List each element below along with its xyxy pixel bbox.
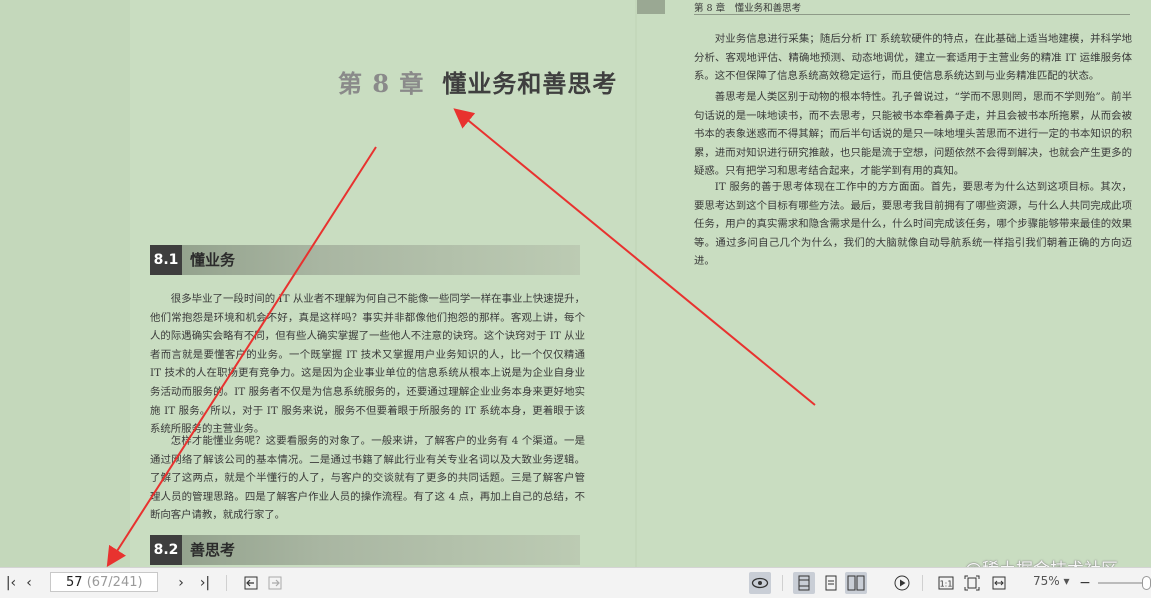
chapter-title: 第 8 章懂业务和善思考 [338, 64, 617, 99]
section-number: 8.1 [150, 245, 182, 275]
play-icon [894, 575, 910, 591]
forward-arrow-icon [268, 576, 282, 590]
toolbar-separator [226, 575, 227, 591]
next-page-button[interactable]: › [170, 572, 192, 594]
last-page-icon: ›| [199, 575, 211, 591]
running-head: 第 8 章 懂业务和善思考 [694, 3, 802, 14]
last-page-button[interactable]: ›| [194, 572, 216, 594]
toolbar-separator [782, 575, 783, 591]
zoom-level-value: 75% [1033, 574, 1060, 588]
first-page-icon: |‹ [5, 575, 17, 591]
actual-size-icon: 1:1 [938, 576, 954, 590]
back-arrow-icon [244, 576, 258, 590]
zoom-level[interactable]: 75% ▾ [1033, 574, 1070, 588]
single-page-icon [825, 575, 837, 591]
running-head-rule [694, 14, 1130, 15]
chevron-left-icon: ‹ [26, 575, 32, 591]
zoom-out-button[interactable]: − [1074, 572, 1096, 594]
paragraph: 善思考是人类区别于动物的根本特性。孔子曾说过，“学而不思则罔，思而不学则殆”。前… [694, 91, 1132, 178]
paragraph: IT 服务的善于思考体现在工作中的方方面面。首先，要思考为什么达到这项目标。其次… [694, 181, 1132, 268]
previous-page-button[interactable]: ‹ [18, 572, 40, 594]
section-heading-8-2: 8.2 善思考 [150, 535, 580, 565]
chevron-right-icon: › [178, 575, 184, 591]
single-page-view-button[interactable] [820, 572, 842, 594]
fit-width-button[interactable] [988, 572, 1010, 594]
chevron-down-icon: ▾ [1063, 574, 1070, 588]
zoom-slider-thumb[interactable] [1142, 576, 1151, 590]
continuous-view-button[interactable] [793, 572, 815, 594]
two-page-view-button[interactable] [845, 572, 867, 594]
paragraph: 很多毕业了一段时间的 IT 从业者不理解为何自己不能像一些同学一样在事业上快速提… [150, 293, 585, 436]
page-gutter-tab [637, 0, 665, 14]
toolbar-separator [922, 575, 923, 591]
section-heading-8-1: 8.1 懂业务 [150, 245, 580, 275]
section-title: 善思考 [190, 541, 236, 559]
play-button[interactable] [891, 572, 913, 594]
paragraph: 对业务信息进行采集；随后分析 IT 系统软硬件的特点，在此基础上适当地建模，并科… [694, 33, 1132, 83]
zoom-slider-track[interactable] [1098, 582, 1142, 584]
page-total: (67/241) [86, 575, 143, 590]
section-number: 8.2 [150, 535, 182, 565]
page-number-input[interactable]: 57 (67/241) [50, 572, 158, 592]
double-page-icon [847, 575, 865, 591]
svg-text:1:1: 1:1 [940, 580, 953, 589]
actual-size-button[interactable]: 1:1 [935, 572, 957, 594]
fit-width-icon [992, 576, 1006, 590]
document-viewport[interactable]: 第 8 章懂业务和善思考 8.1 懂业务 很多毕业了一段时间的 IT 从业者不理… [0, 0, 1151, 567]
bottom-toolbar: |‹ ‹ 57 (67/241) › ›| 1:1 75% ▾ − [0, 567, 1151, 598]
fit-page-button[interactable] [961, 572, 983, 594]
continuous-page-icon [798, 575, 810, 591]
eye-care-mode-button[interactable] [749, 572, 771, 594]
section-title: 懂业务 [190, 251, 236, 269]
eye-icon [751, 577, 769, 589]
page-current: 57 [66, 575, 83, 590]
back-button[interactable] [240, 572, 262, 594]
chapter-title-text: 懂业务和善思考 [442, 69, 618, 98]
paragraph: 怎样才能懂业务呢？这要看服务的对象了。一般来讲，了解客户的业务有 4 个渠道。一… [150, 435, 585, 522]
chapter-number: 第 8 章 [338, 69, 425, 98]
minus-icon: − [1079, 575, 1091, 591]
forward-button[interactable] [264, 572, 286, 594]
fit-page-icon [964, 575, 980, 591]
